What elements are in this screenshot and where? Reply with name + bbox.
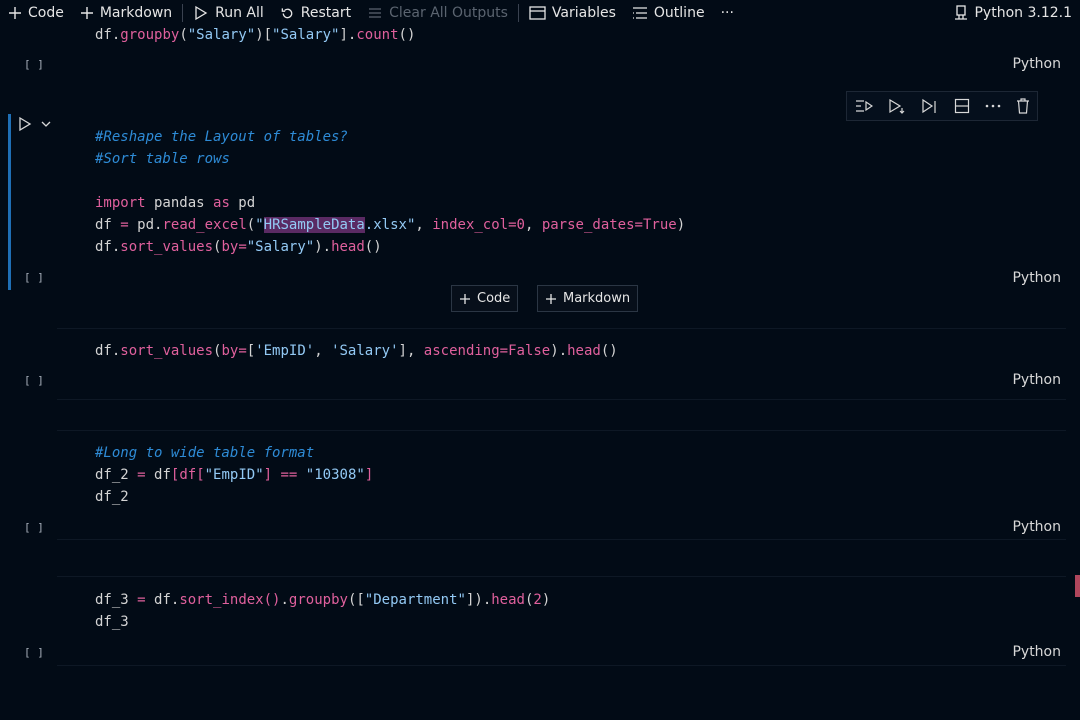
more-icon[interactable] — [985, 104, 1001, 108]
notebook-toolbar: Code Markdown Run All Restart Clear All … — [0, 0, 1080, 26]
toolbar-divider — [182, 4, 184, 22]
code-cell-groupby[interactable]: df.groupby("Salary")["Salary"].count() [… — [0, 26, 1080, 88]
plus-icon — [9, 7, 21, 19]
more-icon: ··· — [720, 5, 734, 21]
variables-icon — [529, 6, 546, 20]
plus-icon — [546, 293, 556, 304]
code-editor[interactable]: #Reshape the Layout of tables? #Sort tab… — [95, 126, 685, 258]
execution-count: [ ] — [24, 646, 44, 659]
more-actions-button[interactable]: ··· — [713, 0, 742, 26]
execution-count: [ ] — [24, 58, 44, 71]
toolbar-divider — [517, 4, 519, 22]
outline-label: Outline — [653, 5, 705, 21]
cell-frame — [57, 328, 1066, 400]
code-editor[interactable]: df_3 = df.sort_index().groupby(["Departm… — [95, 589, 550, 633]
kernel-icon — [955, 5, 968, 20]
split-cell-icon[interactable] — [954, 98, 970, 114]
execution-count: [ ] — [24, 521, 44, 534]
outline-button[interactable]: Outline — [624, 0, 713, 26]
outline-icon — [632, 7, 647, 19]
execution-count: [ ] — [24, 271, 44, 284]
add-code-label: Code — [28, 5, 64, 21]
kernel-picker[interactable]: Python 3.12.1 — [946, 0, 1080, 26]
code-editor[interactable]: df.groupby("Salary")["Salary"].count() — [95, 24, 415, 46]
restart-label: Restart — [300, 5, 352, 21]
run-all-button[interactable]: Run All — [185, 0, 272, 26]
insert-markdown-label: Markdown — [563, 291, 631, 306]
clear-outputs-icon — [369, 8, 382, 18]
cell-language-label[interactable]: Python — [1012, 372, 1061, 388]
code-cell-sort-multi[interactable]: df.sort_values(by=['EmpID', 'Salary'], a… — [0, 328, 1080, 400]
cell-language-label[interactable]: Python — [1012, 644, 1061, 660]
insert-code-cell-button[interactable]: Code — [451, 285, 519, 312]
run-above-icon[interactable] — [855, 98, 873, 114]
play-double-icon — [195, 5, 208, 21]
cell-language-label[interactable]: Python — [1012, 270, 1061, 286]
insert-code-label: Code — [477, 291, 511, 306]
code-editor[interactable]: df.sort_values(by=['EmpID', 'Salary'], a… — [95, 340, 618, 362]
execute-below-icon[interactable] — [921, 98, 939, 114]
add-markdown-label: Markdown — [99, 5, 173, 21]
code-cell-sort-index[interactable]: df_3 = df.sort_index().groupby(["Departm… — [0, 576, 1080, 666]
restart-icon — [281, 7, 293, 18]
cell-language-label[interactable]: Python — [1012, 56, 1061, 72]
restart-button[interactable]: Restart — [272, 0, 359, 26]
add-markdown-button[interactable]: Markdown — [72, 0, 180, 26]
clear-all-outputs-button[interactable]: Clear All Outputs — [359, 0, 516, 26]
code-editor[interactable]: #Long to wide table format df_2 = df[df[… — [95, 442, 373, 508]
clear-all-outputs-label: Clear All Outputs — [389, 5, 508, 21]
insert-markdown-cell-button[interactable]: Markdown — [537, 285, 639, 312]
delete-icon[interactable] — [1016, 98, 1030, 114]
scrollbar-marker[interactable] — [1075, 575, 1080, 597]
execution-count: [ ] — [24, 374, 44, 387]
plus-icon — [80, 7, 93, 19]
plus-icon — [460, 293, 470, 304]
kernel-label: Python 3.12.1 — [974, 5, 1072, 21]
variables-label: Variables — [551, 5, 616, 21]
variables-button[interactable]: Variables — [521, 0, 624, 26]
run-all-label: Run All — [215, 5, 264, 21]
cell-language-label[interactable]: Python — [1012, 519, 1061, 535]
code-cell-long-to-wide[interactable]: #Long to wide table format df_2 = df[df[… — [0, 430, 1080, 540]
add-code-button[interactable]: Code — [0, 0, 72, 26]
run-cell-and-below-icon[interactable] — [888, 98, 906, 114]
code-cell-sort-values[interactable]: #Reshape the Layout of tables? #Sort tab… — [0, 114, 1080, 290]
